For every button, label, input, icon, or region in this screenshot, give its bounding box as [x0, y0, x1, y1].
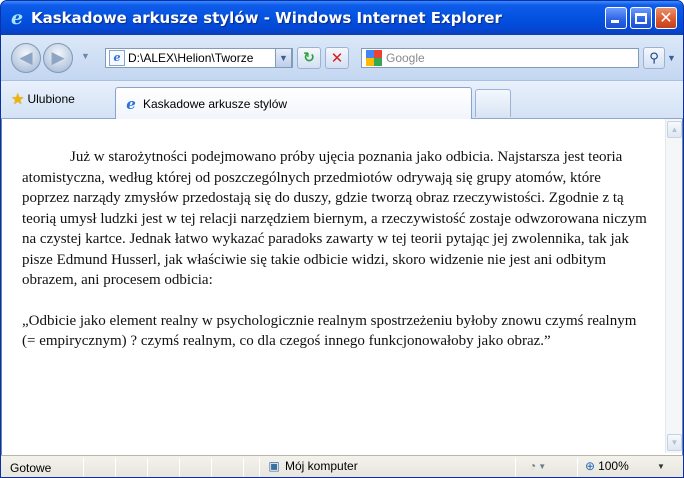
quote-paragraph: „Odbicie jako element realny w psycholog… — [22, 312, 637, 350]
status-text: Gotowe — [10, 461, 52, 475]
google-icon — [366, 50, 382, 66]
title-bar[interactable]: e Kaskadowe arkusze stylów - Windows Int… — [1, 1, 683, 35]
search-input[interactable] — [386, 51, 606, 65]
tab-bar: ★ Ulubione e Kaskadowe arkusze stylów — [1, 81, 683, 119]
refresh-button[interactable]: ↻ — [297, 47, 321, 69]
stop-icon: ✕ — [330, 49, 344, 67]
status-divider — [179, 458, 180, 477]
status-divider — [147, 458, 148, 477]
scroll-down-button[interactable]: ▼ — [667, 434, 682, 451]
forward-arrow-icon: ▶ — [51, 48, 65, 68]
status-bar: Gotowe ▣ Mój komputer ◔ ▼ ⊕ 100% ▼ — [1, 455, 683, 477]
status-divider — [515, 458, 516, 477]
ie-page-icon: e — [126, 94, 136, 113]
new-tab-button[interactable] — [475, 89, 511, 117]
tab-active[interactable]: e Kaskadowe arkusze stylów — [115, 87, 472, 119]
zoom-button[interactable]: ⊕ 100% — [585, 459, 629, 473]
tab-label: Kaskadowe arkusze stylów — [143, 96, 288, 111]
page-icon: e — [109, 50, 125, 66]
search-options-dropdown[interactable]: ▼ — [667, 53, 676, 63]
page-content: Już w starożytności podejmowano próby uj… — [1, 119, 683, 455]
security-zone[interactable]: ▣ Mój komputer — [267, 458, 358, 473]
back-button[interactable]: ◀ — [11, 43, 41, 73]
zoom-dropdown[interactable]: ▼ — [657, 462, 665, 471]
maximize-button[interactable] — [630, 7, 652, 29]
vertical-scrollbar[interactable]: ▲ ▼ — [665, 119, 682, 453]
favorites-button[interactable]: ★ Ulubione — [11, 91, 75, 107]
recent-pages-dropdown[interactable]: ▼ — [81, 51, 90, 61]
status-divider — [243, 458, 244, 477]
chevron-down-icon: ▼ — [538, 461, 547, 471]
status-divider — [83, 458, 84, 477]
status-divider — [115, 458, 116, 477]
window-controls: ✕ — [605, 7, 677, 29]
address-input[interactable]: D:\ALEX\Helion\Tworze — [128, 51, 272, 65]
refresh-icon: ↻ — [303, 50, 315, 66]
back-arrow-icon: ◀ — [19, 48, 33, 68]
status-divider — [259, 458, 260, 477]
close-icon: ✕ — [659, 8, 673, 27]
window-title: Kaskadowe arkusze stylów - Windows Inter… — [31, 9, 502, 27]
close-button[interactable]: ✕ — [655, 7, 677, 29]
protected-mode-icon: ◔ — [529, 459, 537, 473]
minimize-button[interactable] — [605, 7, 627, 29]
status-divider — [211, 458, 212, 477]
address-dropdown-button[interactable]: ▼ — [275, 48, 292, 68]
maximize-icon — [635, 12, 647, 24]
forward-button[interactable]: ▶ — [43, 43, 73, 73]
zoom-level: 100% — [598, 459, 629, 473]
ie-logo-icon: e — [10, 7, 24, 29]
document-body: Już w starożytności podejmowano próby uj… — [22, 147, 648, 352]
scroll-up-button[interactable]: ▲ — [667, 121, 682, 138]
minimize-icon — [611, 20, 619, 23]
protected-mode-button[interactable]: ◔ ▼ — [529, 459, 546, 473]
search-box[interactable] — [361, 48, 639, 68]
star-icon: ★ — [11, 90, 25, 108]
chevron-up-icon: ▲ — [670, 125, 679, 134]
browser-window: e Kaskadowe arkusze stylów - Windows Int… — [0, 0, 684, 478]
favorites-label: Ulubione — [27, 92, 75, 106]
search-button[interactable]: ⚲ — [643, 47, 665, 69]
stop-button[interactable]: ✕ — [325, 47, 349, 69]
status-divider — [577, 458, 578, 477]
zoom-icon: ⊕ — [585, 459, 596, 473]
address-bar[interactable]: e D:\ALEX\Helion\Tworze ▼ — [105, 48, 293, 68]
computer-icon: ▣ — [268, 458, 280, 473]
address-toolbar: ◀ ▶ ▼ e D:\ALEX\Helion\Tworze ▼ ↻ ✕ ⚲ ▼ — [1, 35, 683, 81]
paragraph: Już w starożytności podejmowano próby uj… — [22, 149, 647, 288]
chevron-down-icon: ▼ — [670, 438, 679, 447]
search-icon: ⚲ — [649, 50, 659, 66]
zone-label: Mój komputer — [285, 459, 358, 473]
